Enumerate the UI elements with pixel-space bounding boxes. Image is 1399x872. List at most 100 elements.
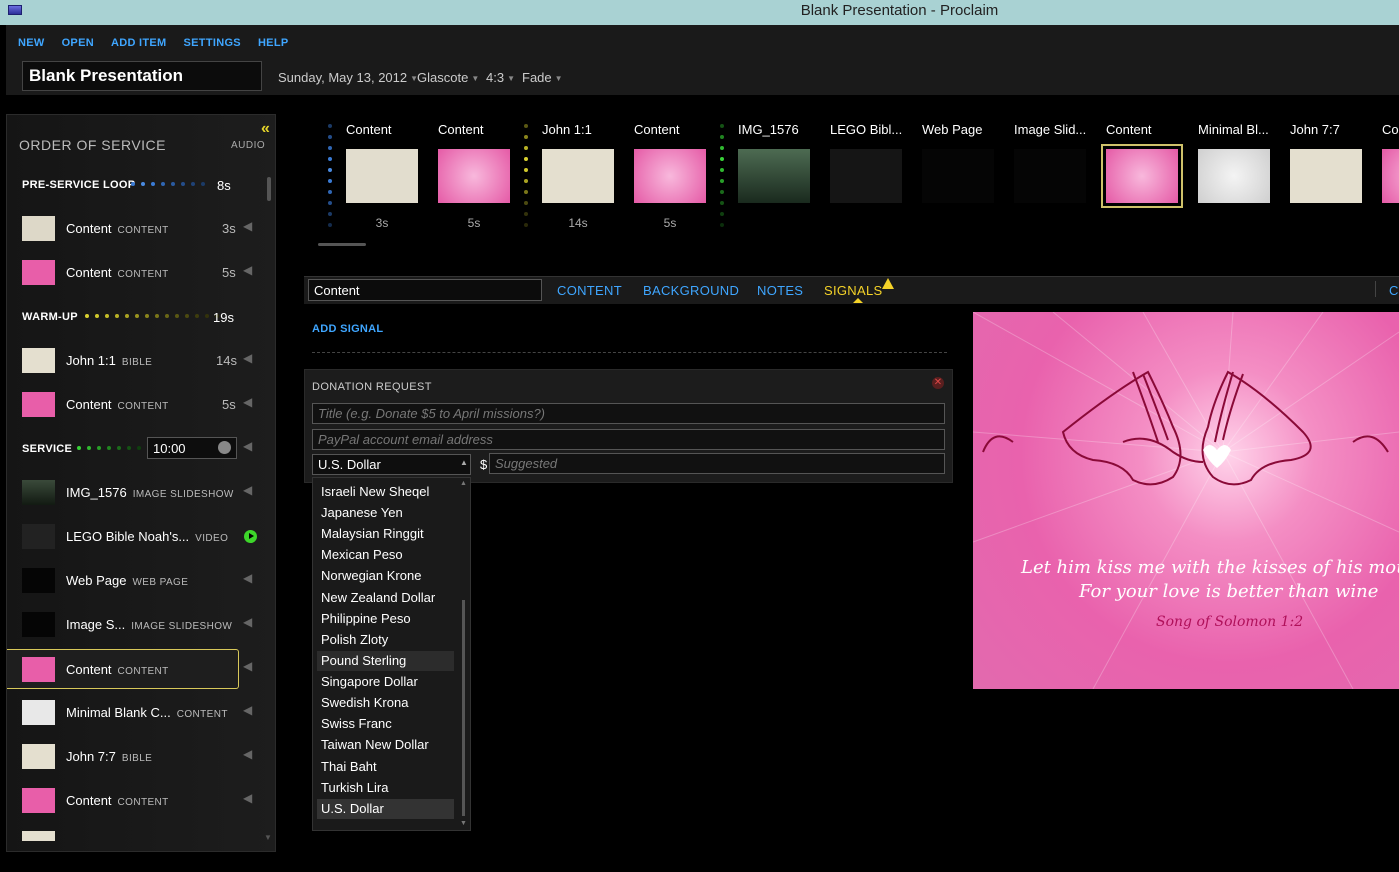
- speaker-icon[interactable]: ◀: [243, 483, 252, 497]
- scroll-down-icon[interactable]: ▼: [264, 833, 272, 842]
- section-pre-service-loop[interactable]: PRE-SERVICE LOOP: [22, 179, 135, 191]
- list-item[interactable]: Minimal Blank C... CONTENT ◀: [7, 693, 275, 733]
- play-icon[interactable]: [244, 530, 257, 543]
- currency-option[interactable]: Swedish Krona: [317, 693, 454, 713]
- currency-option[interactable]: Japanese Yen: [317, 503, 454, 523]
- speaker-icon[interactable]: ◀: [243, 395, 252, 409]
- speaker-icon[interactable]: ◀: [243, 659, 252, 673]
- menu-add-item[interactable]: ADD ITEM: [111, 37, 167, 49]
- currency-option[interactable]: Israeli New Sheqel: [317, 482, 454, 502]
- section-service[interactable]: SERVICE: [22, 443, 72, 455]
- currency-option[interactable]: Philippine Peso: [317, 609, 454, 629]
- list-item[interactable]: IMG_1576 IMAGE SLIDESHOW ◀: [7, 473, 275, 513]
- slide-thumbnail: [22, 657, 55, 682]
- slide-title: LEGO Bibl...: [830, 122, 903, 137]
- menu-new[interactable]: NEW: [18, 37, 45, 49]
- slide-title: Content: [1106, 122, 1152, 137]
- speaker-icon[interactable]: ◀: [243, 791, 252, 805]
- loop-dots: [131, 182, 205, 186]
- currency-option[interactable]: Thai Baht: [317, 757, 454, 777]
- currency-option[interactable]: Norwegian Krone: [317, 566, 454, 586]
- slide-thumbnail: [22, 348, 55, 373]
- currency-option[interactable]: Pound Sterling: [317, 651, 454, 671]
- scrollbar[interactable]: [267, 177, 271, 201]
- currency-option[interactable]: Singapore Dollar: [317, 672, 454, 692]
- currency-option[interactable]: New Zealand Dollar: [317, 588, 454, 608]
- presentation-title-input[interactable]: Blank Presentation: [22, 61, 262, 91]
- slide-thumbnail: [634, 149, 706, 203]
- time-go-icon[interactable]: [218, 441, 231, 454]
- collapse-icon[interactable]: «: [261, 120, 270, 138]
- menu-open[interactable]: OPEN: [62, 37, 94, 49]
- speaker-icon[interactable]: ◀: [243, 263, 252, 277]
- list-item[interactable]: LEGO Bible Noah's... VIDEO: [7, 517, 275, 557]
- aspect-dropdown[interactable]: 4:3 ▼: [486, 70, 515, 85]
- speaker-icon[interactable]: ◀: [243, 219, 252, 233]
- currency-option[interactable]: Taiwan New Dollar: [317, 735, 454, 755]
- warning-icon: [882, 278, 894, 289]
- paypal-email-input[interactable]: [312, 429, 945, 450]
- date-value: Sunday, May 13, 2012: [278, 70, 408, 85]
- list-item[interactable]: Content CONTENT 5s ◀: [7, 385, 275, 425]
- slide-duration: 5s: [663, 216, 677, 230]
- tab-content[interactable]: CONTENT: [557, 283, 622, 298]
- scroll-down-icon[interactable]: ▼: [460, 820, 467, 827]
- service-dots: [77, 446, 151, 450]
- active-tab-indicator: [853, 298, 863, 303]
- add-signal-button[interactable]: ADD SIGNAL: [312, 323, 383, 335]
- date-dropdown[interactable]: Sunday, May 13, 2012 ▼: [278, 70, 418, 85]
- speaker-icon[interactable]: ◀: [243, 571, 252, 585]
- slide-thumbnail: [22, 260, 55, 285]
- speaker-icon[interactable]: ◀: [243, 439, 252, 453]
- section-warm-up[interactable]: WARM-UP: [22, 311, 78, 323]
- slide-thumbnail: [22, 788, 55, 813]
- currency-option[interactable]: Malaysian Ringgit: [317, 524, 454, 544]
- list-item-selected[interactable]: Content CONTENT: [7, 649, 239, 689]
- suggested-amount-input[interactable]: [489, 453, 945, 474]
- speaker-icon[interactable]: ◀: [243, 703, 252, 717]
- item-name: Content CONTENT: [66, 662, 169, 677]
- tab-overflow[interactable]: C: [1389, 283, 1398, 298]
- slide-strip: Content 3s Content 5s John 1:1 14s Conte…: [306, 114, 1399, 252]
- strip-scrollbar[interactable]: [318, 243, 366, 246]
- list-scrollbar[interactable]: [462, 600, 465, 816]
- donation-title: DONATION REQUEST: [312, 381, 432, 393]
- close-icon[interactable]: ✕: [932, 377, 944, 389]
- currency-option[interactable]: Polish Zloty: [317, 630, 454, 650]
- slide-title: John 7:7: [1290, 122, 1340, 137]
- currency-option[interactable]: Swiss Franc: [317, 714, 454, 734]
- list-item[interactable]: John 1:1 BIBLE 14s ◀: [7, 341, 275, 381]
- tab-notes[interactable]: NOTES: [757, 283, 803, 298]
- menu-settings[interactable]: SETTINGS: [184, 37, 241, 49]
- theme-dropdown[interactable]: Glascote ▼: [417, 70, 479, 85]
- speaker-icon[interactable]: ◀: [243, 351, 252, 365]
- currency-option-selected[interactable]: U.S. Dollar: [317, 799, 454, 819]
- slide-name-input[interactable]: Content: [308, 279, 542, 301]
- transition-dropdown[interactable]: Fade ▼: [522, 70, 563, 85]
- currency-option[interactable]: Turkish Lira: [317, 778, 454, 798]
- item-name: IMG_1576 IMAGE SLIDESHOW: [66, 485, 234, 500]
- speaker-icon[interactable]: ◀: [243, 615, 252, 629]
- tab-background[interactable]: BACKGROUND: [643, 283, 739, 298]
- list-item[interactable]: Content CONTENT ◀: [7, 781, 275, 821]
- audio-link[interactable]: AUDIO: [231, 140, 265, 151]
- list-item[interactable]: Content CONTENT 3s ◀: [7, 209, 275, 249]
- slide-thumbnail: [346, 149, 418, 203]
- slide-thumbnail: [1198, 149, 1270, 203]
- loop-dots: [328, 124, 332, 227]
- swallows-illustration: [973, 312, 1399, 689]
- list-item[interactable]: Web Page WEB PAGE ◀: [7, 561, 275, 601]
- donation-title-input[interactable]: [312, 403, 945, 424]
- list-item[interactable]: Content CONTENT 5s ◀: [7, 253, 275, 293]
- aspect-value: 4:3: [486, 70, 505, 85]
- list-item[interactable]: John 7:7 BIBLE ◀: [7, 737, 275, 777]
- currency-option[interactable]: Mexican Peso: [317, 545, 454, 565]
- item-name: John 7:7 BIBLE: [66, 749, 153, 764]
- menu-help[interactable]: HELP: [258, 37, 289, 49]
- scroll-up-icon[interactable]: ▲: [460, 480, 467, 487]
- currency-select[interactable]: U.S. Dollar: [312, 454, 471, 475]
- slide-title: Content: [346, 122, 392, 137]
- list-item[interactable]: Image S... IMAGE SLIDESHOW ◀: [7, 605, 275, 645]
- speaker-icon[interactable]: ◀: [243, 747, 252, 761]
- tab-signals[interactable]: SIGNALS: [824, 283, 882, 298]
